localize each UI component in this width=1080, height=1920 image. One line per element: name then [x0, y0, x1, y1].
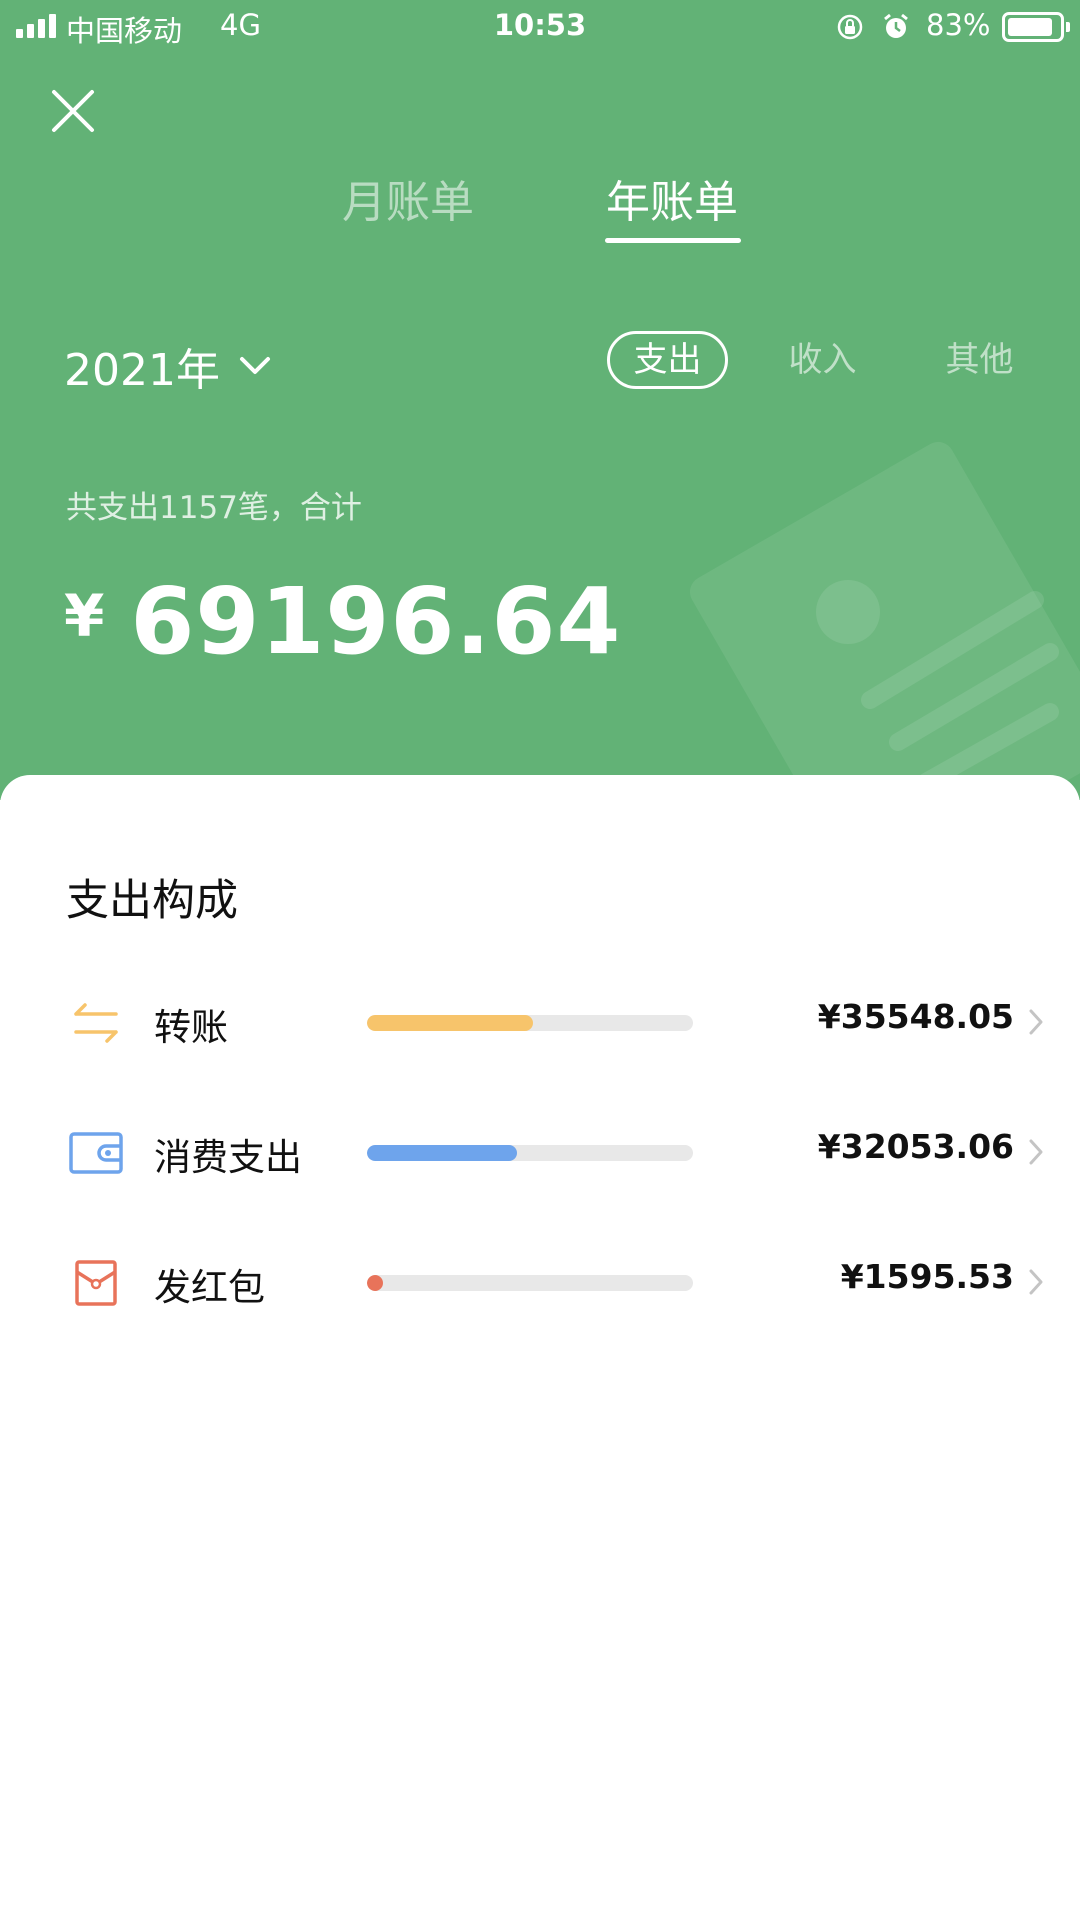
section-title: 支出构成 [66, 876, 238, 926]
chevron-down-icon [239, 357, 270, 374]
rotation-lock-icon [837, 14, 863, 40]
battery-icon [1002, 12, 1070, 42]
breakdown-card [0, 775, 1080, 1920]
chevron-right-icon [1029, 1139, 1043, 1165]
summary-text: 共支出1157笔，合计 [66, 490, 362, 526]
row-amount: ¥1595.53 [840, 1257, 1014, 1296]
progress-track [367, 1275, 693, 1291]
currency-symbol: ¥ [64, 582, 105, 650]
year-label: 2021年 [64, 345, 220, 396]
filter-expense[interactable]: 支出 [607, 331, 728, 389]
total-amount: ¥ 69196.64 [64, 568, 621, 675]
transfer-icon [74, 1003, 118, 1043]
close-icon[interactable] [50, 88, 96, 134]
row-label: 消费支出 [154, 1136, 302, 1179]
alarm-icon [884, 13, 908, 38]
row-label: 转账 [154, 1006, 228, 1049]
breakdown-row-transfer[interactable]: 转账 ¥35548.05 [0, 985, 1080, 1055]
header-panel: 中国移动 4G 10:53 83% 月账单 年账单 2021年 支出 收入 其他… [0, 0, 1080, 800]
row-label: 发红包 [154, 1266, 265, 1309]
battery-percent: 83% [926, 8, 991, 42]
progress-track [367, 1145, 693, 1161]
clock: 10:53 [493, 8, 587, 42]
bill-illustration [689, 441, 1080, 800]
progress-fill [367, 1015, 533, 1031]
progress-fill [367, 1275, 383, 1291]
tab-monthly-bill[interactable]: 月账单 [342, 166, 474, 230]
progress-fill [367, 1145, 517, 1161]
filter-other[interactable]: 其他 [927, 331, 1032, 389]
total-value: 69196.64 [130, 568, 622, 675]
chevron-right-icon [1029, 1269, 1043, 1295]
status-bar: 中国移动 4G 10:53 83% [0, 0, 1080, 54]
wallet-icon [69, 1132, 123, 1174]
red-envelope-icon [75, 1260, 117, 1306]
breakdown-row-consumption[interactable]: 消费支出 ¥32053.06 [0, 1115, 1080, 1185]
progress-track [367, 1015, 693, 1031]
row-amount: ¥32053.06 [817, 1127, 1014, 1166]
tab-active-indicator [605, 238, 741, 243]
breakdown-row-red-envelope[interactable]: 发红包 ¥1595.53 [0, 1245, 1080, 1315]
tab-yearly-bill[interactable]: 年账单 [606, 166, 738, 230]
row-amount: ¥35548.05 [817, 997, 1014, 1036]
chevron-right-icon [1029, 1009, 1043, 1035]
year-selector[interactable]: 2021年 [64, 334, 272, 398]
filter-income[interactable]: 收入 [770, 331, 875, 389]
